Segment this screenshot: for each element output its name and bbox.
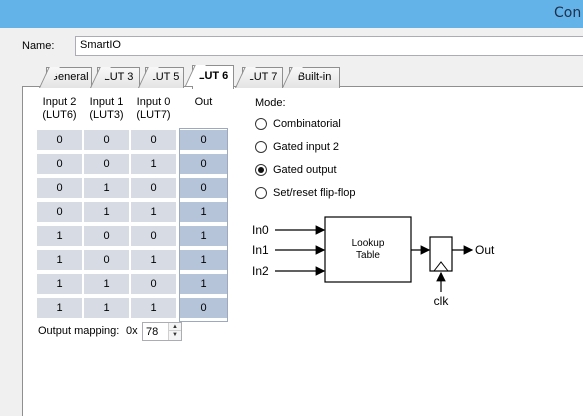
lookup-table-line2: Table xyxy=(356,250,380,261)
cell-out[interactable]: 1 xyxy=(180,250,227,270)
radio-combinatorial[interactable] xyxy=(255,118,267,130)
cell-input0: 1 xyxy=(131,250,176,270)
cell-input0: 1 xyxy=(131,298,176,318)
header-out-name: Out xyxy=(194,96,213,108)
radio-gated-input-2[interactable] xyxy=(255,141,267,153)
header-input1-source: (LUT3) xyxy=(89,109,124,121)
name-label: Name: xyxy=(22,40,55,52)
cell-out[interactable]: 1 xyxy=(180,226,227,246)
header-input0-name: Input 0 xyxy=(136,96,171,108)
tab-lut3[interactable]: LUT 3 xyxy=(97,67,140,88)
cell-input2: 0 xyxy=(37,130,82,150)
diagram-out-label: Out xyxy=(475,243,495,257)
window-title: Con xyxy=(554,5,582,21)
cell-input1: 1 xyxy=(84,274,129,294)
output-mapping-label: Output mapping: xyxy=(38,325,120,337)
diagram-in0-label: In0 xyxy=(252,223,269,237)
header-input1: Input 1 (LUT3) xyxy=(84,96,129,122)
name-input[interactable]: SmartIO xyxy=(75,36,583,56)
cell-input0: 0 xyxy=(131,130,176,150)
cell-input2: 0 xyxy=(37,202,82,222)
cell-input1: 1 xyxy=(84,298,129,318)
header-out: Out xyxy=(180,96,227,109)
tab-built-in[interactable]: Built-in xyxy=(289,67,340,88)
cell-input2: 0 xyxy=(37,178,82,198)
output-mapping-value[interactable]: 78 xyxy=(146,326,158,338)
mode-gated-input-2-label: Gated input 2 xyxy=(273,141,340,153)
cell-input2: 1 xyxy=(37,274,82,294)
cell-out[interactable]: 0 xyxy=(180,298,227,318)
cell-input1: 1 xyxy=(84,202,129,222)
cell-out[interactable]: 1 xyxy=(180,274,227,294)
cell-input2: 1 xyxy=(37,226,82,246)
cell-out[interactable]: 1 xyxy=(180,202,227,222)
lut-diagram: In0 In1 In2 Lookup Table Out clk xyxy=(252,216,495,308)
output-mapping-stepper[interactable]: 78 ▲ ▼ xyxy=(142,322,182,341)
cell-input1: 0 xyxy=(84,154,129,174)
tab-general[interactable]: General xyxy=(46,67,92,88)
cell-input0: 0 xyxy=(131,226,176,246)
diagram-in1-label: In1 xyxy=(252,243,269,257)
diagram-clk-label: clk xyxy=(434,294,450,308)
cell-input0: 1 xyxy=(131,202,176,222)
cell-out[interactable]: 0 xyxy=(180,130,227,150)
window-title-bar: Con xyxy=(0,0,583,28)
cell-input2: 1 xyxy=(37,250,82,270)
cell-input2: 0 xyxy=(37,154,82,174)
radio-set-reset-flip-flop[interactable] xyxy=(255,187,267,199)
flip-flop-block xyxy=(429,236,453,272)
header-input2-source: (LUT6) xyxy=(42,109,77,121)
stepper-up-icon[interactable]: ▲ xyxy=(169,323,181,331)
cell-input1: 0 xyxy=(84,250,129,270)
mode-set-reset-flip-flop-label: Set/reset flip-flop xyxy=(273,187,356,199)
cell-out[interactable]: 0 xyxy=(180,178,227,198)
stepper-arrows: ▲ ▼ xyxy=(168,323,181,340)
mode-label: Mode: xyxy=(255,97,286,109)
output-mapping-prefix: 0x xyxy=(126,325,138,337)
header-input2-name: Input 2 xyxy=(42,96,77,108)
cell-input1: 1 xyxy=(84,178,129,198)
tab-lut5[interactable]: LUT 5 xyxy=(145,67,184,88)
cell-input1: 0 xyxy=(84,130,129,150)
cell-input2: 1 xyxy=(37,298,82,318)
cell-input1: 0 xyxy=(84,226,129,246)
header-input0-source: (LUT7) xyxy=(136,109,171,121)
cell-input0: 0 xyxy=(131,274,176,294)
cell-input0: 1 xyxy=(131,154,176,174)
radio-gated-output[interactable] xyxy=(255,164,267,176)
mode-combinatorial-label: Combinatorial xyxy=(273,118,341,130)
diagram-in2-label: In2 xyxy=(252,264,269,278)
cell-out[interactable]: 0 xyxy=(180,154,227,174)
header-input1-name: Input 1 xyxy=(89,96,124,108)
mode-gated-output-label: Gated output xyxy=(273,164,337,176)
stepper-down-icon[interactable]: ▼ xyxy=(169,331,181,339)
tab-lut6[interactable]: LUT 6 xyxy=(192,65,234,89)
cell-input0: 0 xyxy=(131,178,176,198)
header-input2: Input 2 (LUT6) xyxy=(37,96,82,122)
lookup-table-line1: Lookup xyxy=(352,238,385,249)
header-input0: Input 0 (LUT7) xyxy=(131,96,176,122)
tab-lut7[interactable]: LUT 7 xyxy=(242,67,283,88)
